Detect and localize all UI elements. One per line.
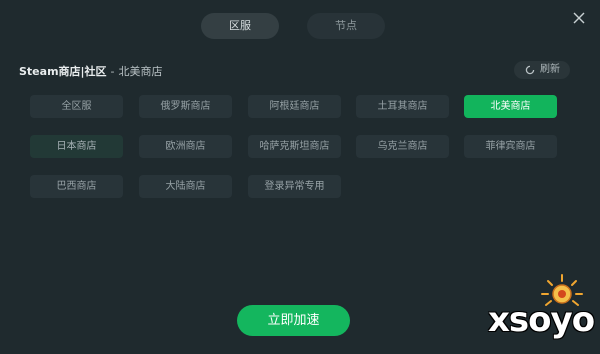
region-button-russia[interactable]: 俄罗斯商店 — [139, 95, 232, 118]
region-button-argentina[interactable]: 阿根廷商店 — [248, 95, 341, 118]
region-button-europe[interactable]: 欧洲商店 — [139, 135, 232, 158]
breadcrumb-separator: - — [110, 65, 115, 78]
breadcrumb: Steam商店|社区 - 北美商店 — [19, 64, 163, 80]
watermark-text: xsoyo — [488, 300, 595, 340]
current-region-label: 北美商店 — [118, 65, 163, 78]
page-title: Steam商店|社区 — [19, 65, 107, 78]
region-button-login-issue[interactable]: 登录异常专用 — [248, 175, 341, 198]
region-button-kazakhstan[interactable]: 哈萨克斯坦商店 — [248, 135, 341, 158]
region-button-turkey[interactable]: 土耳其商店 — [356, 95, 449, 118]
refresh-button[interactable]: 刷新 — [514, 61, 570, 79]
region-button-japan[interactable]: 日本商店 — [30, 135, 123, 158]
refresh-label: 刷新 — [540, 64, 560, 75]
tab-region[interactable]: 区服 — [201, 13, 279, 39]
region-button-north-america[interactable]: 北美商店 — [464, 95, 557, 118]
close-icon — [573, 12, 585, 24]
top-tabs: 区服 节点 — [201, 13, 385, 39]
refresh-icon — [525, 65, 535, 75]
region-button-philippines[interactable]: 菲律宾商店 — [464, 135, 557, 158]
tab-node[interactable]: 节点 — [307, 13, 385, 39]
close-button[interactable] — [572, 10, 586, 24]
region-button-all[interactable]: 全区服 — [30, 95, 123, 118]
watermark: xsoyo — [488, 272, 598, 348]
accelerator-window: 区服 节点 Steam商店|社区 - 北美商店 刷新 全区服 俄罗斯商店 阿根廷商店… — [0, 0, 600, 354]
region-grid: 全区服 俄罗斯商店 阿根廷商店 土耳其商店 北美商店 日本商店 欧洲商店 哈萨克… — [30, 95, 558, 199]
region-button-brazil[interactable]: 巴西商店 — [30, 175, 123, 198]
region-button-mainland[interactable]: 大陆商店 — [139, 175, 232, 198]
accelerate-button[interactable]: 立即加速 — [237, 305, 350, 336]
region-button-ukraine[interactable]: 乌克兰商店 — [356, 135, 449, 158]
